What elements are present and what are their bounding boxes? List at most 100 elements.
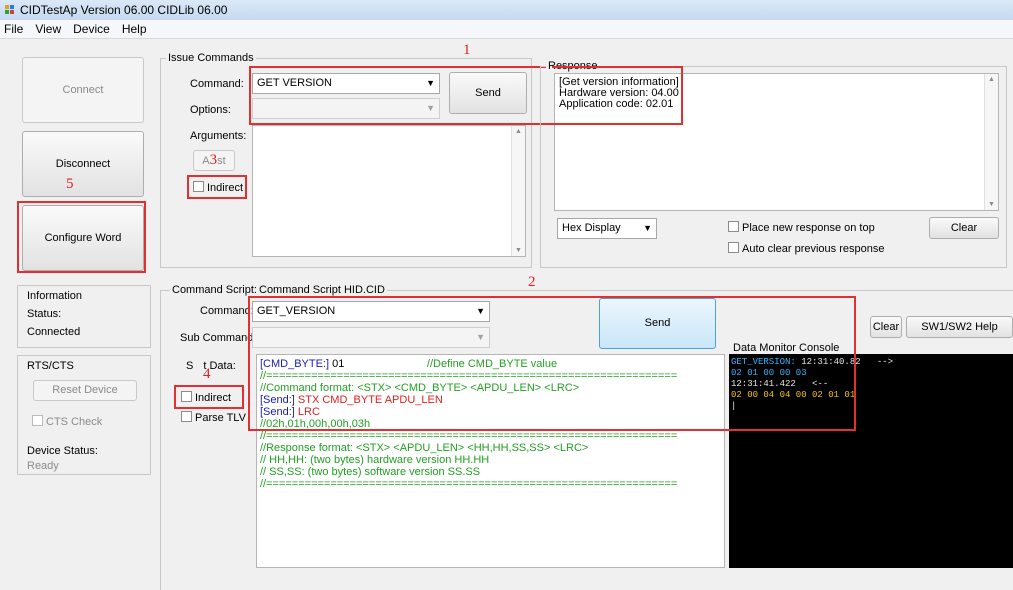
console-lines: GET_VERSION: 12:31:40.82 --> 02 01 00 00 …	[731, 357, 893, 412]
command-select[interactable]: GET VERSION ▼	[252, 73, 440, 94]
script-command-select[interactable]: GET_VERSION ▼	[252, 301, 490, 322]
console-line: 02 01 00 00 03	[731, 368, 893, 379]
response-clear-button[interactable]: Clear	[929, 217, 999, 239]
menu-view[interactable]: View	[29, 20, 67, 36]
script-indirect-label: Indirect	[195, 392, 232, 404]
issue-send-button[interactable]: Send	[449, 72, 527, 114]
list-button-label: A	[202, 155, 210, 167]
annotation-number-5: 5	[66, 176, 74, 192]
response-line: Application code: 02.01	[559, 98, 674, 110]
issue-commands-title: Issue Commands	[166, 52, 256, 64]
console-line: 02 00 04 04 00 02 01 01	[731, 390, 893, 401]
response-textbox[interactable]: [Get version information] Hardware versi…	[554, 73, 999, 211]
script-segment: //======================================…	[260, 430, 678, 442]
place-top-label: Place new response on top	[742, 222, 875, 234]
script-segment: //Response format: <STX> <APDU_LEN> <HH,…	[260, 442, 589, 454]
reset-device-button[interactable]: Reset Device	[33, 380, 137, 401]
script-data-textarea[interactable]: [CMD_BYTE:] 01 //Define CMD_BYTE value//…	[256, 354, 725, 568]
script-segment: //02h,01h,00h,00h,03h	[260, 418, 371, 430]
list-button[interactable]: A3st	[193, 150, 235, 171]
data-monitor-console[interactable]: GET_VERSION: 12:31:40.82 --> 02 01 00 00 …	[729, 354, 1013, 568]
parse-tlv-label: Parse TLV	[195, 412, 246, 424]
cts-check-label: CTS Check	[46, 416, 103, 428]
command-script-value: Command Script HID.CID	[257, 284, 387, 296]
menu-bar: File View Device Help	[0, 20, 1013, 39]
script-segment: [Send:]	[260, 406, 295, 418]
script-indirect-checkbox[interactable]: Indirect	[181, 391, 231, 404]
cts-check-checkbox[interactable]: CTS Check	[32, 415, 102, 428]
app-icon	[5, 5, 14, 14]
script-segment: //======================================…	[260, 370, 678, 382]
script-segment: //======================================…	[260, 478, 678, 490]
arguments-scrollbar[interactable]: ▲ ▼	[511, 126, 525, 256]
status-label: Status:	[27, 308, 62, 320]
console-segment: 12:31:41.422 <--	[731, 379, 829, 389]
disconnect-button[interactable]: Disconnect	[22, 131, 144, 197]
script-line: [CMD_BYTE:] 01 //Define CMD_BYTE value	[260, 358, 677, 370]
annotation-number-1: 1	[463, 42, 471, 58]
scroll-up-icon: ▲	[988, 76, 995, 83]
checkbox-box-icon	[181, 391, 192, 402]
script-line: //Command format: <STX> <CMD_BYTE> <APDU…	[260, 382, 677, 394]
issue-indirect-label: Indirect	[207, 182, 244, 194]
scroll-up-icon: ▲	[515, 128, 522, 135]
command-select-value: GET VERSION	[257, 77, 332, 89]
title-bar: CIDTestAp Version 06.00 CIDLib 06.00	[0, 0, 1013, 20]
script-line: //======================================…	[260, 370, 677, 382]
script-line: // SS,SS: (two bytes) software version S…	[260, 466, 677, 478]
menu-file[interactable]: File	[0, 20, 29, 36]
dropdown-arrow-icon: ▼	[643, 223, 652, 233]
script-line: // HH,HH: (two bytes) hardware version H…	[260, 454, 677, 466]
place-top-checkbox[interactable]: Place new response on top	[728, 221, 875, 234]
scroll-down-icon: ▼	[988, 201, 995, 208]
display-mode-select[interactable]: Hex Display ▼	[557, 218, 657, 239]
script-clear-button[interactable]: Clear	[870, 316, 902, 338]
configure-word-button[interactable]: Configure Word	[22, 205, 144, 271]
script-line: //======================================…	[260, 430, 677, 442]
dropdown-arrow-icon: ▼	[476, 332, 485, 342]
menu-help[interactable]: Help	[116, 20, 153, 36]
console-line: |	[731, 401, 893, 412]
issue-indirect-checkbox[interactable]: Indirect	[193, 181, 243, 194]
script-line: //02h,01h,00h,00h,03h	[260, 418, 677, 430]
script-segment: // SS,SS: (two bytes) software version S…	[260, 466, 481, 478]
connect-button[interactable]: Connect	[22, 57, 144, 123]
sw-help-button[interactable]: SW1/SW2 Help	[906, 316, 1013, 338]
arguments-textarea[interactable]: ▲ ▼	[252, 125, 526, 257]
options-select[interactable]: ▼	[252, 98, 440, 119]
menu-device[interactable]: Device	[67, 20, 116, 36]
device-status-value: Ready	[27, 460, 59, 472]
console-segment: 02 00 04 04 00 02 01 01	[731, 390, 856, 400]
console-line: GET_VERSION: 12:31:40.82 -->	[731, 357, 893, 368]
scroll-down-icon: ▼	[515, 247, 522, 254]
command-label: Command:	[190, 78, 244, 90]
display-mode-value: Hex Display	[562, 222, 621, 234]
console-segment: GET_VERSION:	[731, 357, 796, 367]
dropdown-arrow-icon: ▼	[426, 103, 435, 113]
information-title: Information	[27, 290, 83, 302]
checkbox-box-icon	[32, 415, 43, 426]
script-segment: //Command format: <STX> <CMD_BYTE> <APDU…	[260, 382, 580, 394]
script-send-button[interactable]: Send	[599, 298, 716, 349]
list-button-label-tail: st	[217, 155, 226, 167]
script-line: //Response format: <STX> <APDU_LEN> <HH,…	[260, 442, 677, 454]
checkbox-box-icon	[181, 411, 192, 422]
console-segment: 02 01 00 00 03	[731, 368, 807, 378]
annotation-number-4: 4	[203, 366, 211, 382]
script-segment: [CMD_BYTE:]	[260, 358, 330, 370]
parse-tlv-checkbox[interactable]: Parse TLV	[181, 411, 246, 424]
annotation-number-2: 2	[528, 274, 536, 290]
console-segment: 12:31:40.8	[795, 357, 856, 367]
sub-command-select[interactable]: ▼	[252, 327, 490, 348]
script-segment: STX CMD_BYTE APDU_LEN	[294, 394, 443, 406]
auto-clear-label: Auto clear previous response	[742, 243, 885, 255]
sub-command-label: Sub Command:	[180, 332, 257, 344]
options-label: Options:	[190, 104, 231, 116]
console-segment: 2 -->	[855, 357, 894, 367]
checkbox-box-icon	[728, 242, 739, 253]
data-monitor-title: Data Monitor Console	[733, 342, 840, 354]
response-scrollbar[interactable]: ▲ ▼	[984, 74, 998, 210]
auto-clear-checkbox[interactable]: Auto clear previous response	[728, 242, 884, 255]
response-title: Response	[546, 60, 600, 72]
dropdown-arrow-icon: ▼	[476, 306, 485, 316]
